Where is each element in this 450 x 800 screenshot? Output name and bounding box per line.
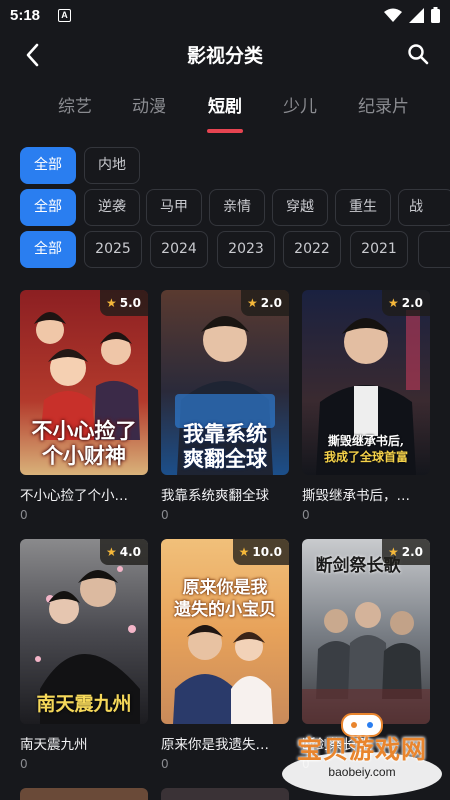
rating-badge: ★ 2.0	[240, 290, 289, 316]
drama-count: 0	[20, 508, 28, 522]
filter-chip-genre[interactable]: 逆袭	[84, 189, 140, 226]
poster-title-line: 我成了全球首富	[323, 450, 408, 464]
poster-title-line: 撕毁继承书后,	[327, 434, 405, 448]
rating-value: 10.0	[252, 545, 282, 559]
filter-chip-year[interactable]: 2023	[217, 231, 275, 268]
drama-card[interactable]: 南天震九州 ★ 4.0 南天震九州 0	[20, 539, 148, 779]
filter-row-genre: 全部 逆袭 马甲 亲情 穿越 重生 战	[20, 189, 450, 226]
drama-poster: 断剑祭长歌 ★ 2.0	[302, 539, 430, 724]
rating-badge: ★ 2.0	[381, 290, 430, 316]
drama-card[interactable]: 撕毁继承书后, 我成了全球首富 ★ 2.0 撕毁继承书后，… 0	[302, 290, 430, 530]
poster-title-line: 爽翻全球	[183, 446, 267, 471]
filter-row-year: 全部 2025 2024 2023 2022 2021	[20, 231, 450, 268]
filter-chip-all[interactable]: 全部	[20, 147, 76, 184]
poster-title-line: 南天震九州	[36, 693, 132, 715]
drama-title: 不小心捡了个小…	[20, 488, 128, 504]
rating-badge: ★ 2.0	[381, 539, 430, 565]
tab-anime[interactable]: 动漫	[132, 92, 166, 117]
top-navigation: 影视分类	[0, 32, 450, 76]
signal-icon	[409, 7, 424, 23]
rating-value: 5.0	[119, 296, 141, 310]
notification-app-icon: A	[58, 9, 71, 22]
filter-chip-year[interactable]: 2021	[350, 231, 408, 268]
active-tab-indicator	[207, 129, 243, 133]
filter-chip-genre[interactable]: 马甲	[146, 189, 202, 226]
rating-badge: ★ 4.0	[99, 539, 148, 565]
filter-chip-year[interactable]: 2024	[150, 231, 208, 268]
rating-badge: ★ 5.0	[99, 290, 148, 316]
star-icon: ★	[387, 545, 399, 559]
filter-row-region: 全部 内地	[20, 147, 450, 184]
star-icon: ★	[246, 296, 258, 310]
drama-count: 0	[161, 757, 169, 771]
status-time: 5:18	[10, 7, 41, 24]
filter-chip-year[interactable]: 2022	[283, 231, 341, 268]
filter-chip-year[interactable]: 2025	[84, 231, 142, 268]
page-title: 影视分类	[186, 45, 263, 67]
tab-variety[interactable]: 综艺	[58, 92, 92, 117]
poster-title-line: 遗失的小宝贝	[174, 600, 276, 620]
star-icon: ★	[238, 545, 250, 559]
rating-value: 2.0	[401, 545, 423, 559]
drama-card-partial[interactable]	[20, 788, 148, 800]
drama-title: 原来你是我遗失…	[161, 737, 269, 753]
drama-poster: 原来你是我 遗失的小宝贝 ★ 10.0	[161, 539, 289, 724]
filter-chip-genre[interactable]: 重生	[335, 189, 391, 226]
drama-title: 撕毁继承书后，…	[302, 488, 410, 504]
status-bar: 5:18 A	[0, 0, 450, 32]
tab-kids[interactable]: 少儿	[283, 92, 317, 117]
drama-count: 0	[20, 757, 28, 771]
rating-value: 2.0	[401, 296, 423, 310]
poster-title-line: 个小财神	[42, 443, 126, 468]
search-icon[interactable]	[406, 42, 430, 66]
drama-poster: 撕毁继承书后, 我成了全球首富 ★ 2.0	[302, 290, 430, 475]
category-tabs: 综艺 动漫 短剧 少儿 纪录片	[0, 88, 450, 136]
star-icon: ★	[105, 545, 117, 559]
filter-chip-year-partial[interactable]	[418, 231, 450, 268]
drama-title: 南天震九州	[20, 737, 88, 753]
star-icon: ★	[105, 296, 117, 310]
rating-value: 4.0	[119, 545, 141, 559]
site-watermark: 宝贝游戏网 baobeiy.com	[278, 712, 446, 798]
drama-card[interactable]: 我靠系统 爽翻全球 ★ 2.0 我靠系统爽翻全球 0	[161, 290, 289, 530]
drama-poster: 不小心捡了 个小财神 ★ 5.0	[20, 290, 148, 475]
tab-documentary[interactable]: 纪录片	[358, 92, 409, 117]
filter-chip-genre[interactable]: 亲情	[209, 189, 265, 226]
rating-value: 2.0	[260, 296, 282, 310]
filter-chip-genre[interactable]: 穿越	[272, 189, 328, 226]
filter-chip-genre[interactable]: 战	[398, 189, 450, 226]
drama-count: 0	[161, 508, 169, 522]
filter-chip-all[interactable]: 全部	[20, 231, 76, 268]
watermark-text: 宝贝游戏网	[296, 735, 427, 764]
star-icon: ★	[387, 296, 399, 310]
drama-card[interactable]: 原来你是我 遗失的小宝贝 ★ 10.0 原来你是我遗失… 0	[161, 539, 289, 779]
filter-chip-region[interactable]: 内地	[84, 147, 140, 184]
filter-chip-all[interactable]: 全部	[20, 189, 76, 226]
drama-title: 我靠系统爽翻全球	[161, 488, 269, 504]
drama-count: 0	[302, 508, 310, 522]
drama-poster: 南天震九州 ★ 4.0	[20, 539, 148, 724]
battery-icon	[431, 7, 440, 23]
drama-poster: 我靠系统 爽翻全球 ★ 2.0	[161, 290, 289, 475]
watermark-url: baobeiy.com	[328, 765, 396, 779]
drama-card-partial[interactable]	[161, 788, 289, 800]
drama-card[interactable]: 不小心捡了 个小财神 ★ 5.0 不小心捡了个小… 0	[20, 290, 148, 530]
wifi-icon	[384, 8, 402, 22]
tab-short-drama[interactable]: 短剧	[208, 92, 242, 117]
rating-badge: ★ 10.0	[232, 539, 289, 565]
